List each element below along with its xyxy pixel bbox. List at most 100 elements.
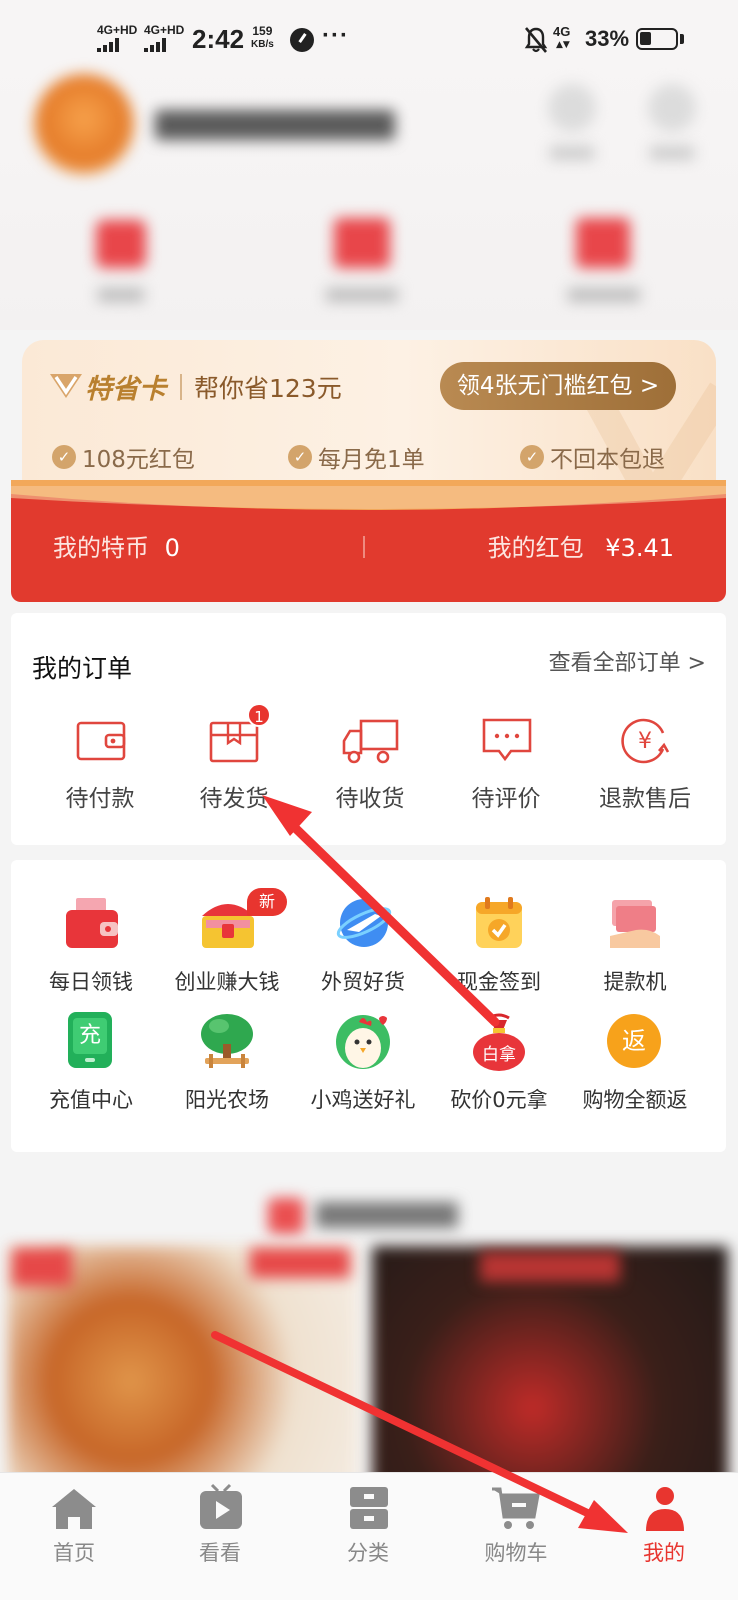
wallet-icon xyxy=(76,719,126,767)
tab-label: 购物车 xyxy=(484,1541,548,1565)
recommend-section xyxy=(0,1162,738,1502)
order-pending-shipment[interactable]: 1 待发货 xyxy=(169,703,299,819)
service-daily-money[interactable]: 每日领钱 xyxy=(21,890,161,1000)
redpacket-entry[interactable]: 我的红包 ¥3.41 xyxy=(488,528,674,563)
service-bargain[interactable]: 白拿 砍价0元拿 xyxy=(429,1012,569,1122)
order-pending-review[interactable]: 待评价 xyxy=(441,709,571,819)
redpacket-value: ¥3.41 xyxy=(605,534,674,562)
calendar-check-icon xyxy=(472,894,526,956)
coins-value: 0 xyxy=(164,534,180,562)
battery-percent: 33% xyxy=(585,26,630,51)
favorites-icon[interactable] xyxy=(96,220,146,268)
tab-cart[interactable]: 购物车 xyxy=(466,1481,566,1591)
check-icon: ✓ xyxy=(288,445,312,469)
service-label: 充值中心 xyxy=(49,1088,133,1112)
profile-header xyxy=(0,60,738,330)
tab-label: 我的 xyxy=(643,1541,685,1565)
service-farm[interactable]: 阳光农场 xyxy=(157,1012,297,1122)
product-2-banner xyxy=(480,1252,620,1282)
vip-brand: 特省卡 xyxy=(85,374,166,405)
band-curve xyxy=(11,480,726,510)
order-label: 待发货 xyxy=(199,786,269,812)
tab-category[interactable]: 分类 xyxy=(318,1481,418,1591)
phone-recharge-icon: 充 xyxy=(68,1012,112,1068)
service-cash-checkin[interactable]: 现金签到 xyxy=(429,890,569,1000)
benefit-2: ✓ 每月免1单 xyxy=(288,440,425,474)
refund-icon: ¥ xyxy=(619,715,671,771)
benefit-3-label: 不回本包退 xyxy=(550,447,665,473)
benefit-1: ✓ 108元红包 xyxy=(52,440,195,474)
vip-saving: 帮你省123元 xyxy=(194,374,342,403)
service-label: 阳光农场 xyxy=(185,1088,269,1112)
comment-icon xyxy=(481,717,533,769)
check-icon: ✓ xyxy=(520,445,544,469)
net-speed-unit: KB/s xyxy=(251,39,274,50)
signal-sim2-icon: 4G+HD xyxy=(144,24,184,52)
service-recharge[interactable]: 充 充值中心 xyxy=(21,1012,161,1122)
product-card-2[interactable] xyxy=(372,1246,728,1502)
net-speed-value: 159 xyxy=(252,24,273,38)
history-icon[interactable] xyxy=(334,218,390,268)
service-startup[interactable]: 新 创业赚大钱 xyxy=(157,888,297,1000)
order-label: 待评价 xyxy=(471,786,541,812)
service-foreign-trade[interactable]: 外贸好货 xyxy=(293,890,433,1000)
vip-v-icon xyxy=(48,370,84,400)
order-refund[interactable]: ¥ 退款售后 xyxy=(575,709,715,819)
vip-divider xyxy=(180,374,182,400)
recommend-title xyxy=(316,1202,458,1228)
battery-tip xyxy=(680,34,684,44)
service-chick[interactable]: 小鸡送好礼 xyxy=(293,1012,433,1122)
orders-title: 我的订单 xyxy=(32,654,133,683)
message-icon[interactable] xyxy=(648,84,696,132)
username xyxy=(155,110,395,140)
mute-bell-icon xyxy=(524,26,548,58)
tab-label: 首页 xyxy=(53,1541,95,1565)
service-label: 小鸡送好礼 xyxy=(310,1088,416,1112)
avatar[interactable] xyxy=(34,74,134,174)
order-label: 退款售后 xyxy=(599,786,691,812)
new-badge: 新 xyxy=(247,888,287,916)
message-label xyxy=(650,146,694,160)
clock: 2:42 xyxy=(192,24,245,54)
cash-hand-icon xyxy=(606,896,664,956)
bottom-tab-bar: 首页 看看 分类 购物车 我的 xyxy=(0,1472,738,1600)
service-label: 砍价0元拿 xyxy=(450,1088,548,1112)
tab-watch[interactable]: 看看 xyxy=(170,1481,270,1591)
order-pending-receipt[interactable]: 待收货 xyxy=(305,709,435,819)
coupon-label xyxy=(568,288,640,302)
view-all-orders-link[interactable]: 查看全部订单 > xyxy=(549,645,706,677)
chick-icon xyxy=(333,1012,393,1076)
tab-label: 看看 xyxy=(199,1541,241,1565)
signal-sim1-icon: 4G+HD xyxy=(97,24,137,52)
service-label: 提款机 xyxy=(603,970,667,994)
benefit-1-label: 108元红包 xyxy=(82,447,195,473)
coins-label: 我的特币 xyxy=(53,534,149,562)
product-1-badge xyxy=(250,1248,350,1278)
tab-mine[interactable]: 我的 xyxy=(614,1481,714,1591)
order-label: 待付款 xyxy=(65,786,135,812)
package-icon xyxy=(209,719,259,767)
truck-icon xyxy=(341,717,399,769)
coins-entry[interactable]: 我的特币 0 xyxy=(53,528,180,563)
home-icon xyxy=(50,1487,98,1535)
service-label: 现金签到 xyxy=(457,970,541,994)
service-rebate[interactable]: 返 购物全额返 xyxy=(565,1012,705,1122)
service-atm[interactable]: 提款机 xyxy=(565,890,705,1000)
tree-icon xyxy=(197,1012,257,1076)
claim-redpacket-button[interactable]: 领4张无门槛红包 > xyxy=(440,362,676,410)
order-label: 待收货 xyxy=(335,786,405,812)
service-label: 购物全额返 xyxy=(582,1088,688,1112)
tab-home[interactable]: 首页 xyxy=(24,1481,124,1591)
history-label xyxy=(326,288,398,302)
data-arrows-icon: ▲▼ xyxy=(556,40,570,50)
speedometer-icon xyxy=(290,28,314,52)
service-label: 每日领钱 xyxy=(49,970,133,994)
services-panel: 每日领钱 新 创业赚大钱 外贸好货 现金签到 提款机 充 充值中心 阳光农场 小… xyxy=(11,860,726,1152)
settings-icon[interactable] xyxy=(548,84,596,132)
money-bag-icon: 白拿 xyxy=(471,1012,527,1076)
battery-icon xyxy=(636,28,678,50)
network-type: 4G xyxy=(553,24,571,39)
redpacket-label: 我的红包 xyxy=(487,534,584,562)
order-pending-payment[interactable]: 待付款 xyxy=(35,709,165,819)
coupon-icon[interactable] xyxy=(576,218,630,268)
